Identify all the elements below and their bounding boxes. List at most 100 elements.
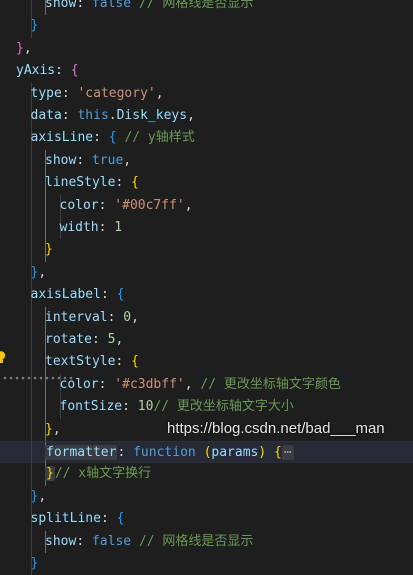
code-token: 1: [114, 220, 123, 235]
code-token: show: [45, 152, 77, 168]
code-text: width: 1: [60, 217, 123, 239]
code-token: ,: [23, 40, 32, 56]
code-line[interactable]: },: [0, 485, 413, 509]
code-line[interactable]: axisLine: { // y轴样式: [0, 127, 413, 150]
code-token: ,: [52, 421, 61, 437]
indent-guide: [30, 396, 32, 419]
code-text: show: true,: [45, 150, 131, 172]
code-token: :: [107, 309, 124, 325]
code-token: :: [55, 63, 71, 79]
code-token: params: [211, 445, 259, 460]
code-line[interactable]: yAxis: {: [0, 60, 413, 82]
code-token: lineStyle: [45, 175, 116, 191]
code-line[interactable]: type: 'category',: [0, 82, 413, 105]
code-token: rotate: [45, 332, 92, 347]
code-line[interactable]: show: false // 网格线是否显示: [0, 0, 413, 16]
code-token: {: [116, 511, 125, 527]
code-token: textStyle: [45, 354, 116, 370]
indent-guide: [30, 463, 32, 486]
code-token: :: [117, 445, 134, 460]
code-token: }: [30, 556, 39, 571]
code-text: interval: 0,: [45, 307, 139, 329]
code-line[interactable]: rotate: 5,: [0, 329, 413, 352]
code-token: // 网格线是否显示: [138, 0, 254, 11]
code-token: :: [98, 376, 115, 392]
code-token: 0: [123, 309, 132, 325]
code-text: },: [45, 419, 61, 441]
code-token: ,: [115, 332, 124, 347]
indent-guide: [30, 217, 32, 240]
code-token: type: [30, 85, 62, 101]
code-token: axisLine: [30, 130, 94, 146]
code-text: lineStyle: {: [45, 172, 139, 194]
indent-guide: [30, 442, 32, 465]
code-token: 'category': [77, 85, 156, 101]
code-line[interactable]: fontSize: 10// 更改坐标轴文字大小: [0, 396, 413, 419]
code-line[interactable]: color: '#00c7ff',: [0, 194, 413, 217]
code-line[interactable]: show: true,: [0, 149, 413, 173]
code-token: ,: [38, 264, 47, 280]
code-line[interactable]: show: false // 网格线是否显示: [0, 530, 413, 553]
code-token: }: [45, 242, 53, 258]
code-token: :: [98, 220, 115, 235]
code-token: }: [45, 421, 53, 437]
code-line[interactable]: lineStyle: {: [0, 172, 413, 195]
code-text: fontSize: 10// 更改坐标轴文字大小: [60, 396, 294, 418]
code-token: // 更改坐标轴文字颜色: [200, 376, 341, 392]
code-line[interactable]: }: [0, 553, 413, 575]
code-token: width: [59, 220, 99, 235]
code-text: },: [16, 38, 32, 60]
code-token: color: [59, 197, 99, 213]
code-text: }: [31, 15, 39, 37]
code-token: function: [133, 445, 196, 460]
code-token: }: [45, 466, 55, 482]
code-token: show: [45, 533, 77, 549]
code-text: }: [31, 553, 39, 575]
code-line[interactable]: },: [0, 261, 413, 285]
code-line[interactable]: textStyle: {: [0, 351, 413, 374]
code-token: ,: [184, 197, 193, 213]
code-line[interactable]: splitLine: {: [0, 508, 413, 531]
code-line[interactable]: formatter: function (params) {⋯: [0, 441, 413, 465]
indent-guide: [30, 351, 32, 374]
code-token: :: [76, 533, 92, 549]
code-line[interactable]: }: [0, 239, 413, 262]
code-line[interactable]: data: this.Disk_keys,: [0, 105, 413, 128]
code-line[interactable]: },: [0, 38, 413, 60]
code-token: {: [116, 287, 125, 303]
lightbulb-icon[interactable]: [0, 351, 6, 364]
indent-guide: [30, 530, 32, 553]
indent-guide: [30, 149, 32, 173]
code-token: show: [45, 0, 77, 11]
code-line[interactable]: }: [0, 15, 413, 38]
code-line[interactable]: width: 1: [0, 217, 413, 240]
code-token: interval: [45, 309, 108, 325]
indent-guide: [30, 0, 32, 16]
code-text: color: '#00c7ff',: [60, 195, 193, 217]
code-token: // 更改坐标轴文字大小: [153, 399, 294, 415]
indent-guide: [45, 396, 46, 419]
indent-guide: [30, 306, 32, 329]
code-token: :: [115, 175, 132, 191]
code-token: false: [91, 533, 132, 549]
code-text: rotate: 5,: [45, 329, 123, 351]
code-token: }: [16, 40, 24, 56]
code-token: ,: [155, 85, 164, 101]
code-token: // 网格线是否显示: [138, 533, 254, 549]
code-text: }// x轴文字换行: [45, 463, 151, 485]
code-token: ): [258, 445, 267, 460]
code-line[interactable]: interval: 0,: [0, 306, 413, 329]
code-token: {: [274, 445, 282, 460]
code-token: data: [30, 108, 62, 123]
code-token: true: [91, 152, 124, 168]
indent-guide: [30, 194, 32, 217]
code-line[interactable]: axisLabel: {: [0, 284, 413, 307]
indent-guide: [30, 239, 32, 262]
code-token: .: [108, 108, 117, 123]
code-editor[interactable]: show: false // 网格线是否显示}}, yAxis: {type: '…: [0, 0, 413, 575]
code-text: show: false // 网格线是否显示: [45, 531, 253, 553]
code-line[interactable]: }// x轴文字换行: [0, 463, 413, 486]
code-token: // y轴样式: [124, 130, 195, 146]
folded-code-ellipsis[interactable]: ⋯: [281, 445, 294, 460]
